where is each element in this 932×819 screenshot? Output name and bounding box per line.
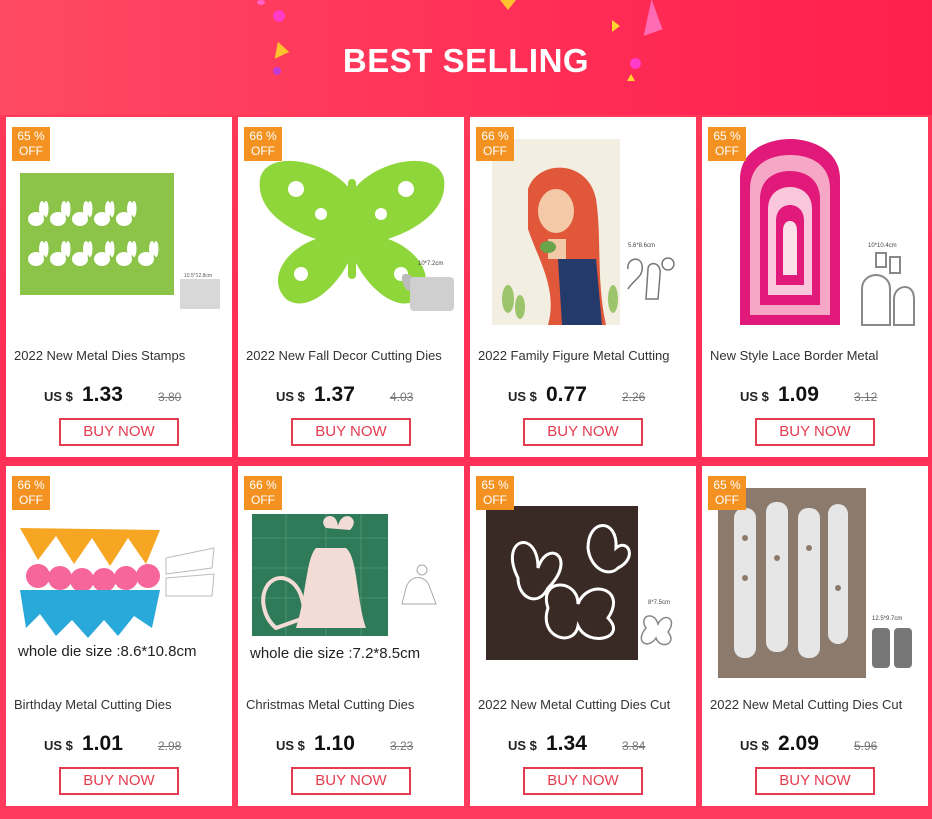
currency-label: US $	[276, 389, 305, 404]
svg-text:whole die size :7.2*8.5cm: whole die size :7.2*8.5cm	[249, 645, 420, 662]
product-name[interactable]: Birthday Metal Cutting Dies	[14, 697, 228, 712]
product-card[interactable]: 66 % OFF whole die size :7.2*8.5cm Christ…	[238, 466, 464, 806]
price: 0.77	[546, 383, 587, 406]
product-card[interactable]: 65 % OFF 12.5*9.7cm 2022 New Metal Cuttin…	[702, 466, 928, 806]
buy-now-button[interactable]: BUY NOW	[59, 767, 179, 795]
confetti-dot	[257, 0, 265, 5]
price-row: US $ 1.33 3.80	[6, 383, 232, 409]
discount-badge: 65 % OFF	[12, 127, 50, 161]
header-banner: BEST SELLING	[0, 0, 932, 115]
confetti-triangle	[619, 0, 663, 41]
product-card[interactable]: 65 % OFF 8*7.5cm 2022 New Metal Cutting D…	[470, 466, 696, 806]
old-price: 3.84	[622, 739, 646, 753]
old-price: 4.03	[390, 390, 414, 404]
svg-text:10*10.4cm: 10*10.4cm	[868, 243, 897, 249]
discount-badge: 65 % OFF	[708, 127, 746, 161]
old-price: 5.96	[854, 739, 878, 753]
buy-now-button[interactable]: BUY NOW	[59, 418, 179, 446]
price: 1.09	[778, 383, 819, 406]
buy-now-button[interactable]: BUY NOW	[291, 767, 411, 795]
product-name[interactable]: 2022 New Metal Dies Stamps	[14, 348, 228, 363]
page-title: BEST SELLING	[342, 42, 590, 79]
old-price: 2.98	[158, 739, 182, 753]
currency-label: US $	[508, 389, 537, 404]
product-name[interactable]: Christmas Metal Cutting Dies	[246, 697, 460, 712]
price-row: US $ 1.10 3.23	[238, 732, 464, 758]
product-name[interactable]: 2022 New Fall Decor Cutting Dies	[246, 348, 460, 363]
discount-badge: 66 % OFF	[244, 127, 282, 161]
old-price: 3.80	[158, 390, 182, 404]
discount-badge: 66 % OFF	[12, 476, 50, 510]
price: 1.37	[314, 383, 355, 406]
product-card[interactable]: 66 % OFF whole die size :8.6*10.8cm Birth…	[6, 466, 232, 806]
product-name[interactable]: 2022 Family Figure Metal Cutting	[478, 348, 692, 363]
discount-badge: 65 % OFF	[708, 476, 746, 510]
buy-now-button[interactable]: BUY NOW	[291, 418, 411, 446]
discount-badge: 66 % OFF	[476, 127, 514, 161]
svg-text:5.6*8.6cm: 5.6*8.6cm	[628, 243, 655, 249]
buy-now-button[interactable]: BUY NOW	[523, 767, 643, 795]
price: 2.09	[778, 732, 819, 755]
price: 1.33	[82, 383, 123, 406]
confetti-triangle	[500, 0, 516, 10]
currency-label: US $	[44, 389, 73, 404]
price: 1.10	[314, 732, 355, 755]
price: 1.34	[546, 732, 587, 755]
price-row: US $ 1.37 4.03	[238, 383, 464, 409]
price-row: US $ 0.77 2.26	[470, 383, 696, 409]
product-grid: 65 % OFF 10.5*12.8cm 2022 New Metal Dies …	[6, 117, 928, 814]
price-row: US $ 1.09 3.12	[702, 383, 928, 409]
svg-text:10.5*12.8cm: 10.5*12.8cm	[184, 273, 212, 279]
currency-label: US $	[508, 738, 537, 753]
price: 1.01	[82, 732, 123, 755]
product-name[interactable]: 2022 New Metal Cutting Dies Cut	[478, 697, 692, 712]
svg-text:12.5*9.7cm: 12.5*9.7cm	[872, 616, 902, 622]
product-card[interactable]: 65 % OFF 10*10.4cm New Style Lace Border …	[702, 117, 928, 457]
svg-text:10*7.2cm: 10*7.2cm	[418, 261, 443, 267]
buy-now-button[interactable]: BUY NOW	[523, 418, 643, 446]
product-name[interactable]: New Style Lace Border Metal	[710, 348, 924, 363]
currency-label: US $	[740, 738, 769, 753]
product-card[interactable]: 66 % OFF 10*7.2cm 2022 New Fall Decor Cut…	[238, 117, 464, 457]
confetti-dot	[273, 10, 285, 22]
buy-now-button[interactable]: BUY NOW	[755, 418, 875, 446]
buy-now-button[interactable]: BUY NOW	[755, 767, 875, 795]
product-name[interactable]: 2022 New Metal Cutting Dies Cut	[710, 697, 924, 712]
confetti-triangle	[612, 20, 620, 32]
old-price: 2.26	[622, 390, 646, 404]
price-row: US $ 1.34 3.84	[470, 732, 696, 758]
old-price: 3.23	[390, 739, 414, 753]
price-row: US $ 2.09 5.96	[702, 732, 928, 758]
discount-badge: 66 % OFF	[244, 476, 282, 510]
old-price: 3.12	[854, 390, 878, 404]
product-card[interactable]: 65 % OFF 10.5*12.8cm 2022 New Metal Dies …	[6, 117, 232, 457]
discount-badge: 65 % OFF	[476, 476, 514, 510]
price-row: US $ 1.01 2.98	[6, 732, 232, 758]
svg-text:whole die size :8.6*10.8cm: whole die size :8.6*10.8cm	[17, 643, 196, 660]
currency-label: US $	[44, 738, 73, 753]
currency-label: US $	[276, 738, 305, 753]
svg-text:8*7.5cm: 8*7.5cm	[648, 600, 670, 606]
currency-label: US $	[740, 389, 769, 404]
product-card[interactable]: 66 % OFF 5.6*8.6cm 2022 Family Figure Met…	[470, 117, 696, 457]
